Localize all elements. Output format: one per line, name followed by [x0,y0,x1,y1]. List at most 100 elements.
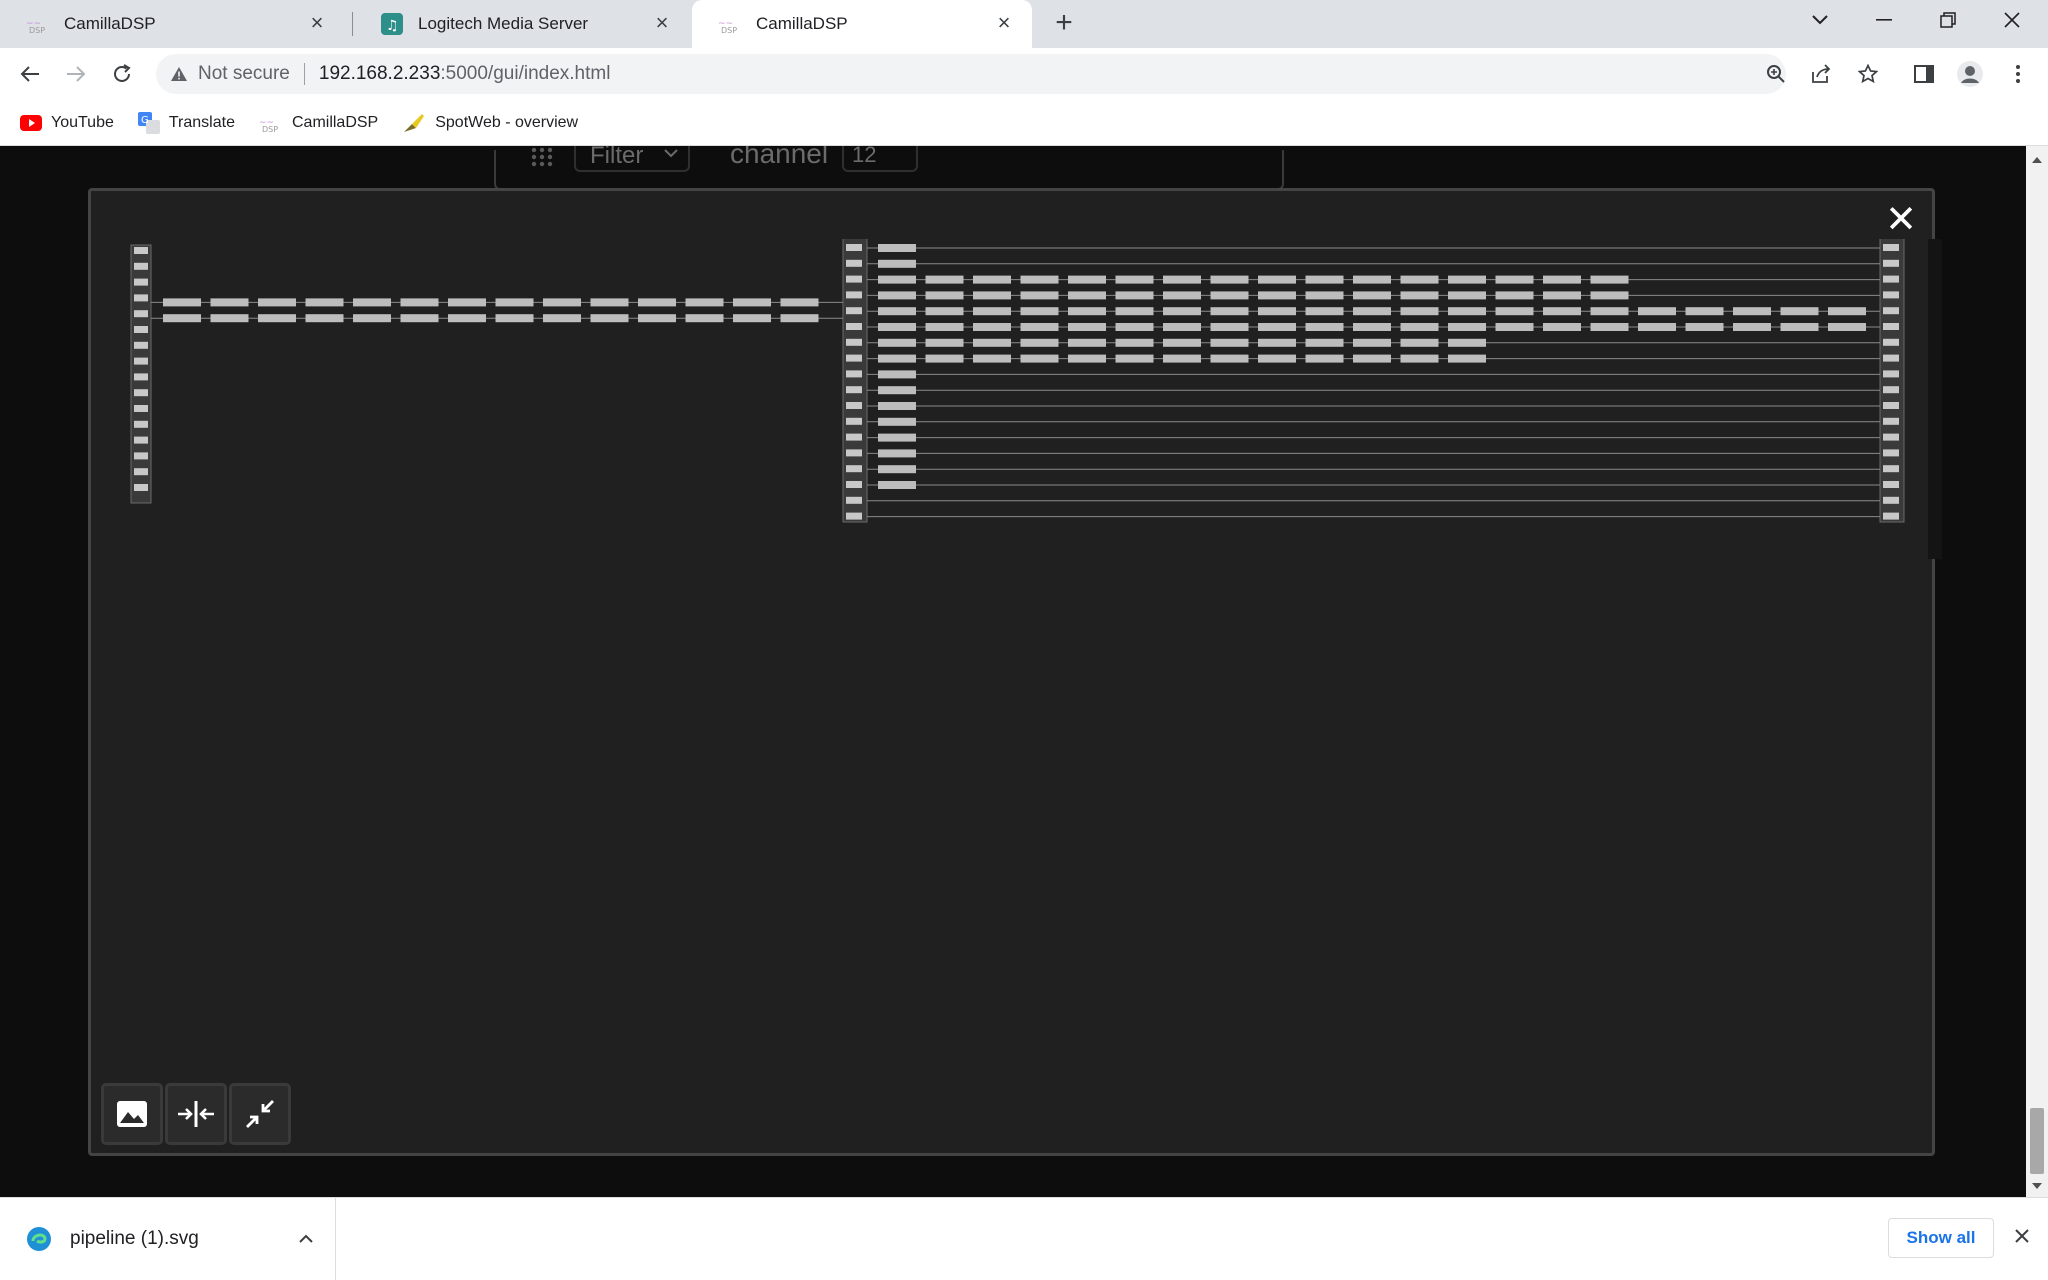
show-all-button[interactable]: Show all [1888,1218,1994,1258]
share-button[interactable] [1806,58,1838,90]
bookmark-translate[interactable]: G Translate [137,111,235,134]
filter-block [353,298,391,307]
restore-button[interactable] [1916,0,1980,40]
zoom-button[interactable] [1760,58,1792,90]
filter-block [1638,307,1676,316]
bookmark-camilladsp[interactable]: ~~ DSP CamillaDSP [259,113,378,133]
edge-file-icon [26,1226,52,1252]
zoom-icon [1767,65,1785,83]
tab-close-button[interactable]: × [992,12,1016,36]
side-panel-button[interactable] [1908,58,1940,90]
spotweb-icon [402,112,426,134]
filter-block [1020,354,1059,363]
new-tab-button[interactable]: + [1048,8,1080,40]
profile-button[interactable] [1954,58,1986,90]
arrow-right-icon [67,66,86,82]
tab-camilladsp-active[interactable]: ~~ DSP CamillaDSP × [692,0,1032,48]
capture-channel [134,452,148,460]
warning-icon [170,66,188,82]
filter-block [973,323,1011,331]
chevron-up-icon[interactable] [299,1234,313,1244]
image-button[interactable] [101,1083,163,1145]
playback-channel [1883,433,1899,441]
filter-block [878,291,916,300]
camilladsp-icon: ~~ DSP [26,12,50,36]
filter-block [878,481,916,489]
svg-text:DSP: DSP [29,26,45,34]
exit-fullscreen-icon [246,1100,274,1128]
close-shelf-button[interactable] [2010,1224,2034,1248]
forward-button[interactable] [60,58,92,90]
filter-block [1210,275,1249,284]
filter-block [1068,338,1106,347]
filter-block [353,314,391,323]
exit-fullscreen-button[interactable] [229,1083,291,1145]
download-item[interactable]: pipeline (1).svg [0,1198,336,1280]
filter-block [733,314,771,323]
address-bar[interactable]: Not secure 192.168.2.233 :5000/gui/index… [156,54,1786,94]
scroll-up-icon[interactable] [2031,154,2043,166]
filter-block [1258,291,1296,300]
back-button[interactable] [14,58,46,90]
lms-icon: ♫ [380,12,404,36]
filter-block [1400,354,1439,363]
page-scrollbar[interactable] [2026,146,2048,1197]
bookmark-label: SpotWeb - overview [435,113,579,131]
capture-channel [134,247,148,254]
filter-block [1115,307,1154,316]
filter-block [1828,307,1866,316]
filter-block [1163,275,1201,284]
minimize-button[interactable] [1852,0,1916,40]
tab-strip: ~~ DSP CamillaDSP × ♫ Logitech Media Serv… [0,0,2048,48]
diagram-edge [1928,239,1942,559]
close-modal-button[interactable]: ✕ [1884,201,1918,239]
filter-block [448,314,486,323]
filter-block [1353,338,1391,347]
filter-block [1020,291,1059,300]
filter-block [543,314,581,323]
capture-channel [134,373,148,381]
arrow-left-icon [20,66,39,82]
bookmark-star-button[interactable] [1852,58,1884,90]
fit-width-button[interactable] [165,1083,227,1145]
filter-block [878,244,916,252]
mixer-channel [846,244,862,251]
tab-close-button[interactable]: × [650,12,674,36]
filter-block [1685,307,1724,316]
mixer-channel [846,259,862,267]
filter-block [1733,323,1771,331]
filter-block [1400,307,1439,316]
tab-camilladsp-1[interactable]: ~~ DSP CamillaDSP × [0,0,345,48]
url-path: :5000/gui/index.html [440,63,611,84]
avatar-icon [1957,61,1983,87]
mixer-channel [846,354,862,362]
filter-block [1543,275,1581,284]
security-label[interactable]: Not secure [198,63,290,85]
restore-icon [1940,12,1956,28]
filter-block [1353,323,1391,331]
menu-button[interactable] [2002,58,2034,90]
filter-block [590,298,629,307]
scroll-down-icon[interactable] [2031,1180,2043,1192]
filter-block [1020,307,1059,316]
close-window-button[interactable] [1980,0,2044,40]
tab-close-button[interactable]: × [305,12,329,36]
bookmark-youtube[interactable]: YouTube [20,114,114,132]
bookmark-spotweb[interactable]: SpotWeb - overview [402,112,578,134]
filter-block [973,307,1011,316]
capture-channel [134,341,148,349]
filter-block [1543,323,1581,331]
filter-block [1400,275,1439,284]
filter-block [1020,323,1059,331]
filter-block [1163,307,1201,316]
reload-button[interactable] [106,58,138,90]
scrollbar-thumb[interactable] [2030,1108,2044,1174]
tab-logitech-media-server[interactable]: ♫ Logitech Media Server × [354,0,690,48]
filter-block [1305,338,1344,347]
tab-title: CamillaDSP [64,14,156,33]
download-file-name: pipeline (1).svg [70,1228,199,1249]
filter-block [1400,338,1439,347]
filter-block [1448,307,1486,316]
tab-search-button[interactable] [1788,0,1852,40]
page-content: Filter channel 12 ✕ [0,146,2026,1197]
